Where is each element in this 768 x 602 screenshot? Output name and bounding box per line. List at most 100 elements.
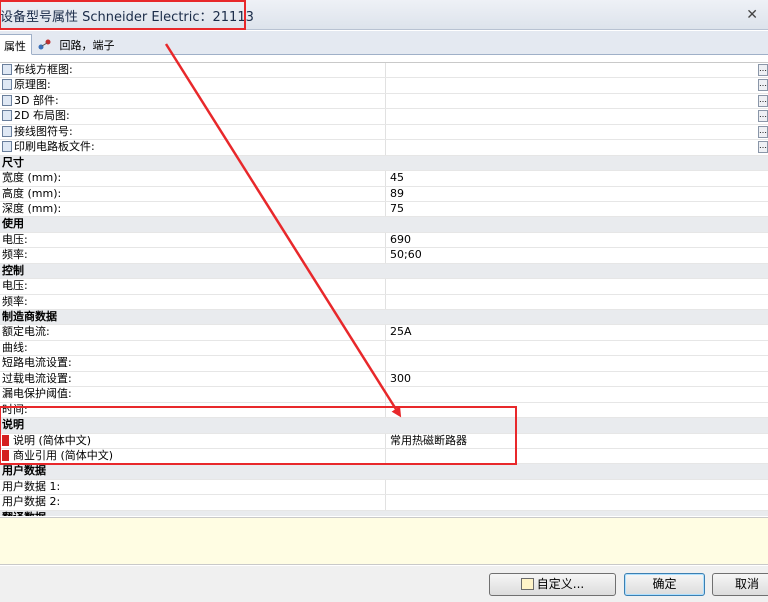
- property-row[interactable]: 高度 (mm): 89: [0, 186, 768, 202]
- label-text: 电压:: [2, 279, 28, 293]
- label-text: 频率:: [2, 248, 28, 262]
- property-value[interactable]: 25A: [387, 325, 768, 339]
- property-value[interactable]: [387, 403, 768, 417]
- property-row[interactable]: 接线图符号:…: [0, 124, 768, 141]
- description-panel: [0, 517, 768, 565]
- property-row[interactable]: 宽度 (mm): 45: [0, 171, 768, 187]
- property-row[interactable]: 原理图:…: [0, 78, 768, 94]
- category-label: 尺寸: [0, 156, 386, 170]
- property-label: 时间:: [0, 402, 386, 418]
- property-grid: 布线方框图:… 原理图:… 3D 部件:… 2D 布局图:… 接线图符号:… 印刷电路板文…: [0, 62, 768, 516]
- property-value[interactable]: [387, 78, 768, 92]
- property-value[interactable]: [387, 295, 768, 309]
- property-label: 说明 (简体中文): [0, 433, 386, 448]
- category-row: 尺寸: [0, 155, 768, 172]
- property-row[interactable]: 频率: 50;60: [0, 248, 768, 264]
- ok-button[interactable]: 确定: [624, 573, 705, 596]
- tab-strip: 属性 回路，端子: [0, 31, 768, 55]
- property-value[interactable]: 常用热磁断路器: [387, 434, 768, 448]
- property-row[interactable]: 商业引用 (简体中文): [0, 448, 768, 465]
- property-row[interactable]: 说明 (简体中文) 常用热磁断路器: [0, 433, 768, 449]
- property-value[interactable]: 75: [387, 202, 768, 216]
- property-row[interactable]: 2D 布局图: …: [0, 109, 768, 125]
- label-text: 频率:: [2, 294, 28, 308]
- property-label: 过载电流设置:: [0, 371, 386, 387]
- property-value[interactable]: 45: [387, 171, 768, 185]
- property-label: 短路电流设置:: [0, 356, 386, 371]
- property-row[interactable]: 漏电保护阈值:: [0, 387, 768, 403]
- property-value[interactable]: 300: [387, 372, 768, 386]
- property-label: 高度 (mm):: [0, 186, 386, 201]
- browse-button[interactable]: …: [758, 64, 768, 76]
- property-value[interactable]: [387, 140, 768, 154]
- tab-circuits-terminals[interactable]: 回路，端子: [34, 34, 121, 55]
- browse-button[interactable]: …: [758, 125, 768, 138]
- property-label: 曲线:: [0, 340, 386, 356]
- property-row[interactable]: 用户数据 2:: [0, 495, 768, 511]
- property-value[interactable]: [387, 495, 768, 509]
- label-text: 深度 (mm):: [2, 201, 62, 215]
- property-value[interactable]: [387, 480, 768, 494]
- property-label: 宽度 (mm):: [0, 171, 386, 186]
- cancel-button[interactable]: 取消: [712, 573, 768, 596]
- property-value[interactable]: [387, 279, 768, 293]
- property-row[interactable]: 印刷电路板文件:…: [0, 140, 768, 156]
- property-value[interactable]: [387, 449, 768, 463]
- property-label: 3D 部件:: [0, 93, 386, 109]
- label-text: 高度 (mm):: [2, 186, 62, 200]
- category-label: 用户数据: [0, 464, 386, 478]
- label-text: 控制: [2, 263, 24, 277]
- property-label: 深度 (mm):: [0, 201, 386, 217]
- property-label: 布线方框图:: [0, 63, 386, 78]
- property-value[interactable]: 690: [387, 233, 768, 247]
- property-row[interactable]: 电压:: [0, 279, 768, 295]
- category-row: 用户数据: [0, 464, 768, 480]
- property-row[interactable]: 电压: 690: [0, 232, 768, 249]
- property-value[interactable]: [387, 94, 768, 108]
- browse-button[interactable]: …: [758, 94, 768, 107]
- property-row[interactable]: 额定电流: 25A: [0, 325, 768, 341]
- property-row[interactable]: 曲线:: [0, 340, 768, 357]
- property-row[interactable]: 频率:: [0, 294, 768, 310]
- property-label: 2D 布局图:: [0, 109, 386, 124]
- browse-button[interactable]: …: [758, 141, 768, 154]
- property-row[interactable]: 布线方框图: …: [0, 63, 768, 79]
- property-value[interactable]: 89: [387, 187, 768, 201]
- title-bar: 设备型号属性 Schneider Electric：21113 ✕: [0, 0, 768, 30]
- property-value[interactable]: [387, 125, 768, 139]
- customize-button[interactable]: 自定义...: [489, 573, 616, 596]
- close-icon[interactable]: ✕: [746, 7, 758, 23]
- window-title: 设备型号属性 Schneider Electric：21113: [0, 10, 254, 25]
- property-label: 用户数据 1:: [0, 479, 386, 495]
- browse-button[interactable]: …: [758, 79, 768, 92]
- property-row[interactable]: 过载电流设置: 300: [0, 371, 768, 388]
- language-flag-icon: [2, 449, 9, 461]
- circuit-icon: [38, 39, 52, 51]
- property-value[interactable]: 50;60: [387, 248, 768, 262]
- category-label: 制造商数据: [0, 310, 386, 324]
- property-label: 额定电流:: [0, 325, 386, 340]
- property-value[interactable]: [387, 109, 768, 123]
- property-value[interactable]: [387, 356, 768, 370]
- property-row[interactable]: 时间:: [0, 402, 768, 419]
- category-row: 使用: [0, 217, 768, 233]
- property-label: 电压:: [0, 279, 386, 294]
- property-row[interactable]: 3D 部件: …: [0, 93, 768, 110]
- property-value[interactable]: [387, 63, 768, 77]
- property-row[interactable]: 用户数据 1:: [0, 479, 768, 496]
- property-value[interactable]: [387, 341, 768, 355]
- cancel-button-label: 取消: [734, 577, 759, 591]
- property-label: 频率:: [0, 248, 386, 263]
- category-label: 翻译数据: [0, 511, 386, 516]
- browse-button[interactable]: …: [758, 110, 768, 123]
- property-label: 漏电保护阈值:: [0, 387, 386, 402]
- property-row[interactable]: 短路电流设置:: [0, 356, 768, 372]
- dialog-footer: 自定义... 确定 取消: [0, 566, 768, 602]
- property-value[interactable]: [387, 387, 768, 401]
- tab-attributes[interactable]: 属性: [0, 34, 32, 55]
- category-label: 说明: [0, 418, 386, 432]
- property-row[interactable]: 深度 (mm): 75: [0, 201, 768, 218]
- label-text: 额定电流:: [2, 325, 50, 339]
- label-text: 用户数据: [2, 464, 46, 478]
- property-label: 频率:: [0, 294, 386, 309]
